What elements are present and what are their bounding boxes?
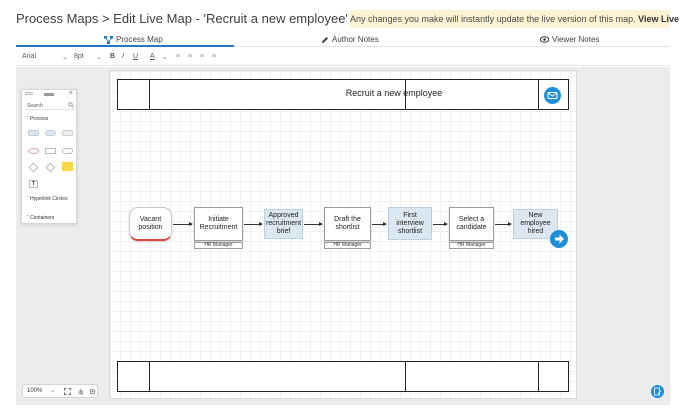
tab-process-map[interactable]: Process Map <box>104 35 163 44</box>
shape-rounded-blue[interactable] <box>28 130 39 136</box>
map-canvas[interactable]: Recruit a new employee Vacant position I… <box>109 70 577 399</box>
shape-ellipse-red[interactable] <box>28 148 39 154</box>
tab-label: Viewer Notes <box>552 35 600 44</box>
tab-label: Process Map <box>116 35 163 44</box>
notice-text: Any changes you make will instantly upda… <box>350 14 636 24</box>
lane-divider <box>405 80 406 109</box>
search-icon <box>68 102 74 108</box>
page-title: Process Maps > Edit Live Map - 'Recruit … <box>16 11 348 26</box>
format-toolbar: Arial ⌄ 8pt ⌄ B I U A ⌄ ≡ ≡ ≡ ≡ <box>16 48 670 66</box>
clear-format-icon[interactable]: ≡ <box>212 53 216 60</box>
tab-author-notes[interactable]: Author Notes <box>321 35 379 44</box>
lane-divider <box>149 362 150 391</box>
lane-divider <box>538 80 539 109</box>
step-label: Approved recruitment brief <box>266 212 302 235</box>
section-hyperlink-circles[interactable]: ˇ Hyperlink Circles <box>27 196 75 202</box>
step-first-interview-shortlist[interactable]: First interview shortlist <box>388 207 432 240</box>
chevron-down-icon: ˇ <box>27 215 29 221</box>
step-label: Select a candidate <box>456 216 487 231</box>
chevron-down-icon: ˇ <box>27 196 29 202</box>
drag-handle-icon[interactable] <box>25 92 33 95</box>
shape-palette: × Search ˆ Process T ˇ Hyperlink Circles… <box>21 89 77 224</box>
pencil-icon <box>322 36 328 43</box>
step-label: Vacant position <box>138 215 163 231</box>
edit-notes-button[interactable] <box>651 385 664 398</box>
flow-arrow <box>372 222 387 226</box>
lane-divider <box>405 362 406 391</box>
tab-viewer-notes[interactable]: Viewer Notes <box>540 35 599 44</box>
italic-button[interactable]: I <box>122 53 124 60</box>
palette-search[interactable]: Search <box>25 101 75 110</box>
role-label: HR Manager <box>449 242 494 249</box>
lane-divider <box>149 80 150 109</box>
step-select-a-candidate[interactable]: Select a candidate <box>449 207 494 241</box>
font-color-button[interactable]: A <box>150 53 155 60</box>
search-input[interactable]: Search <box>27 103 43 109</box>
tab-label: Author Notes <box>332 35 379 44</box>
header-lane: Recruit a new employee <box>117 79 569 110</box>
hand-pan-icon[interactable] <box>77 388 84 395</box>
chevron-down-icon[interactable]: ⌄ <box>162 53 168 61</box>
section-label: Process <box>30 116 49 122</box>
step-draft-the-shortlist[interactable]: Draft the shortlist <box>324 207 371 241</box>
chevron-up-icon: ˆ <box>27 116 29 122</box>
shape-rectangle[interactable] <box>45 148 56 154</box>
flow-arrow <box>495 222 512 226</box>
fit-screen-icon[interactable] <box>64 388 71 395</box>
align-center-icon[interactable]: ≡ <box>188 53 192 60</box>
font-size-select[interactable]: 8pt <box>74 53 84 60</box>
gear-icon[interactable] <box>89 388 96 395</box>
align-right-icon[interactable]: ≡ <box>200 53 204 60</box>
section-label: Containers <box>30 215 55 221</box>
align-left-icon[interactable]: ≡ <box>176 53 180 60</box>
live-update-notice: Any changes you make will instantly upda… <box>350 10 679 28</box>
shape-rounded-grey[interactable] <box>62 130 73 136</box>
shape-pill-blue[interactable] <box>45 130 56 136</box>
mail-icon[interactable] <box>544 87 561 104</box>
chevron-down-icon[interactable]: ⌄ <box>62 53 68 61</box>
arrow-right-icon[interactable] <box>550 230 568 248</box>
section-containers[interactable]: ˇ Containers <box>27 215 54 221</box>
step-approved-recruitment-brief[interactable]: Approved recruitment brief <box>264 209 303 239</box>
role-label: HR Manager <box>324 242 371 249</box>
shape-pill[interactable] <box>62 148 73 154</box>
flow-arrow <box>244 222 263 226</box>
step-label: Draft the shortlist <box>334 216 361 231</box>
map-title: Recruit a new employee <box>345 88 443 98</box>
step-vacant-position[interactable]: Vacant position <box>129 207 172 241</box>
section-process[interactable]: ˆ Process <box>27 116 48 122</box>
chevron-down-icon[interactable]: ⌄ <box>50 387 55 394</box>
step-label: First interview shortlist <box>396 211 424 235</box>
sitemap-icon <box>104 35 113 44</box>
zoom-controls: 100% ⌄ <box>22 384 98 398</box>
step-initiate-recruitment[interactable]: Initiate Recruitment <box>194 207 243 241</box>
close-icon[interactable]: × <box>69 90 73 97</box>
shape-sticky-note[interactable] <box>62 162 73 171</box>
flow-arrow <box>173 222 193 226</box>
text-tool[interactable]: T <box>29 180 38 188</box>
font-family-select[interactable]: Arial <box>22 53 36 60</box>
underline-button[interactable]: U <box>133 53 138 60</box>
shape-decision-alt[interactable] <box>45 162 56 173</box>
lane-divider <box>538 362 539 391</box>
eye-icon <box>540 36 549 43</box>
zoom-level-select[interactable]: 100% <box>27 388 42 394</box>
flow-arrow <box>304 222 323 226</box>
role-label: HR Manager <box>194 242 243 249</box>
minimize-icon[interactable] <box>44 93 54 96</box>
shape-decision[interactable] <box>28 162 39 173</box>
bold-button[interactable]: B <box>110 53 115 60</box>
view-live-link[interactable]: View Live <box>638 14 679 24</box>
tab-bar: Process Map Author Notes Viewer Notes <box>16 33 670 47</box>
flow-arrow <box>433 222 448 226</box>
footer-lane <box>117 361 569 392</box>
section-label: Hyperlink Circles <box>30 196 68 202</box>
chevron-down-icon[interactable]: ⌄ <box>96 53 102 61</box>
step-label: Initiate Recruitment <box>199 216 238 231</box>
active-tab-indicator <box>16 45 234 47</box>
